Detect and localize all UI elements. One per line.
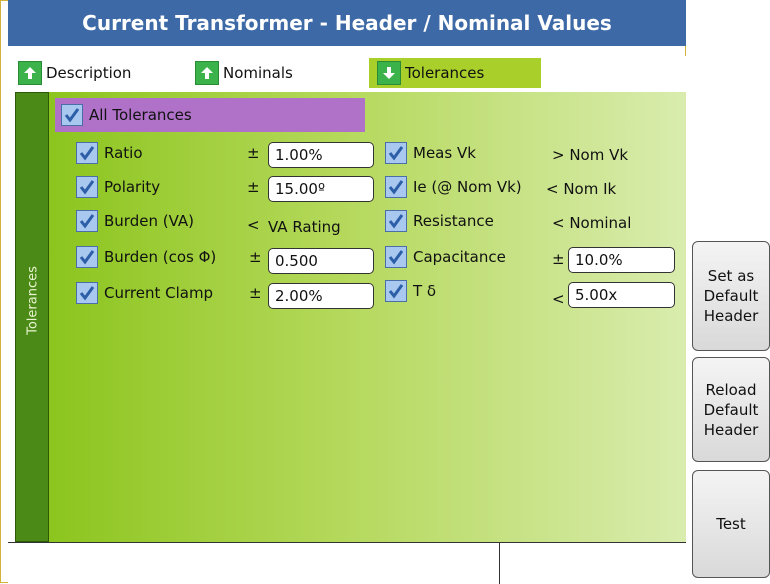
burden-cos-checkbox[interactable]	[76, 246, 98, 268]
burden-cos-field[interactable]: 0.500	[268, 248, 374, 274]
polarity-label: Polarity	[104, 178, 161, 196]
ie-label: Ie (@ Nom Vk)	[413, 178, 522, 196]
tab-label: Tolerances	[405, 64, 485, 82]
capacitance-checkbox[interactable]	[385, 246, 407, 268]
tan-delta-symbol: <	[552, 290, 565, 308]
all-tolerances-row[interactable]: All Tolerances	[55, 98, 365, 132]
current-clamp-checkbox[interactable]	[76, 282, 98, 304]
ie-row[interactable]: Ie (@ Nom Vk)	[379, 174, 522, 200]
arrow-up-icon	[18, 61, 42, 85]
reload-default-header-button[interactable]: Reload Default Header	[692, 357, 770, 462]
tab-label: Nominals	[223, 64, 293, 82]
ratio-field[interactable]: 1.00%	[268, 142, 374, 168]
burden-va-label: Burden (VA)	[104, 212, 194, 230]
meas-vk-value: > Nom Vk	[552, 146, 629, 164]
burden-va-value: VA Rating	[268, 218, 341, 236]
resistance-checkbox[interactable]	[385, 210, 407, 232]
all-tolerances-checkbox[interactable]	[61, 104, 83, 126]
burden-cos-label: Burden (cos Φ)	[104, 248, 217, 266]
ratio-checkbox[interactable]	[76, 142, 98, 164]
burden-va-symbol: <	[247, 216, 260, 234]
tab-label: Description	[46, 64, 132, 82]
current-clamp-row[interactable]: Current Clamp	[70, 280, 213, 306]
burden-cos-row[interactable]: Burden (cos Φ)	[70, 244, 216, 270]
polarity-symbol: ±	[247, 178, 260, 196]
capacitance-row[interactable]: Capacitance	[379, 244, 506, 270]
meas-vk-checkbox[interactable]	[385, 142, 407, 164]
current-clamp-label: Current Clamp	[104, 284, 214, 302]
current-clamp-symbol: ±	[249, 284, 262, 302]
resistance-label: Resistance	[413, 212, 494, 230]
tan-delta-field[interactable]: 5.00x	[568, 282, 675, 308]
burden-va-row[interactable]: Burden (VA)	[70, 208, 194, 234]
capacitance-symbol: ±	[552, 250, 565, 268]
test-button[interactable]: Test	[692, 470, 770, 578]
current-clamp-field[interactable]: 2.00%	[268, 283, 374, 309]
meas-vk-label: Meas Vk	[413, 144, 476, 162]
ratio-symbol: ±	[247, 144, 260, 162]
side-bar: Tolerances	[15, 92, 49, 542]
window-title: Current Transformer - Header / Nominal V…	[8, 0, 686, 46]
side-label: Tolerances	[25, 266, 41, 335]
tab-nominals[interactable]: Nominals	[195, 58, 293, 88]
resistance-value: < Nominal	[552, 214, 632, 232]
arrow-up-icon	[195, 61, 219, 85]
ratio-label: Ratio	[104, 144, 143, 162]
tan-delta-label: T δ	[413, 282, 437, 300]
burden-va-checkbox[interactable]	[76, 210, 98, 232]
tab-bar: Description Nominals Tolerances	[8, 56, 686, 92]
tab-description[interactable]: Description	[18, 58, 131, 88]
all-tolerances-label: All Tolerances	[89, 106, 192, 124]
polarity-checkbox[interactable]	[76, 176, 98, 198]
capacitance-field[interactable]: 10.0%	[568, 247, 675, 273]
burden-cos-symbol: ±	[249, 248, 262, 266]
arrow-down-icon	[377, 61, 401, 85]
polarity-row[interactable]: Polarity	[70, 174, 160, 200]
tan-delta-row[interactable]: T δ	[379, 278, 436, 304]
status-bar	[8, 542, 686, 584]
meas-vk-row[interactable]: Meas Vk	[379, 140, 476, 166]
ie-value: < Nom Ik	[546, 180, 617, 198]
tab-tolerances[interactable]: Tolerances	[369, 58, 541, 88]
tan-delta-checkbox[interactable]	[385, 280, 407, 302]
capacitance-label: Capacitance	[413, 248, 506, 266]
resistance-row[interactable]: Resistance	[379, 208, 494, 234]
polarity-field[interactable]: 15.00º	[268, 176, 374, 202]
ratio-row[interactable]: Ratio	[70, 140, 143, 166]
ie-checkbox[interactable]	[385, 176, 407, 198]
set-default-header-button[interactable]: Set as Default Header	[692, 241, 770, 351]
status-divider	[499, 543, 500, 584]
